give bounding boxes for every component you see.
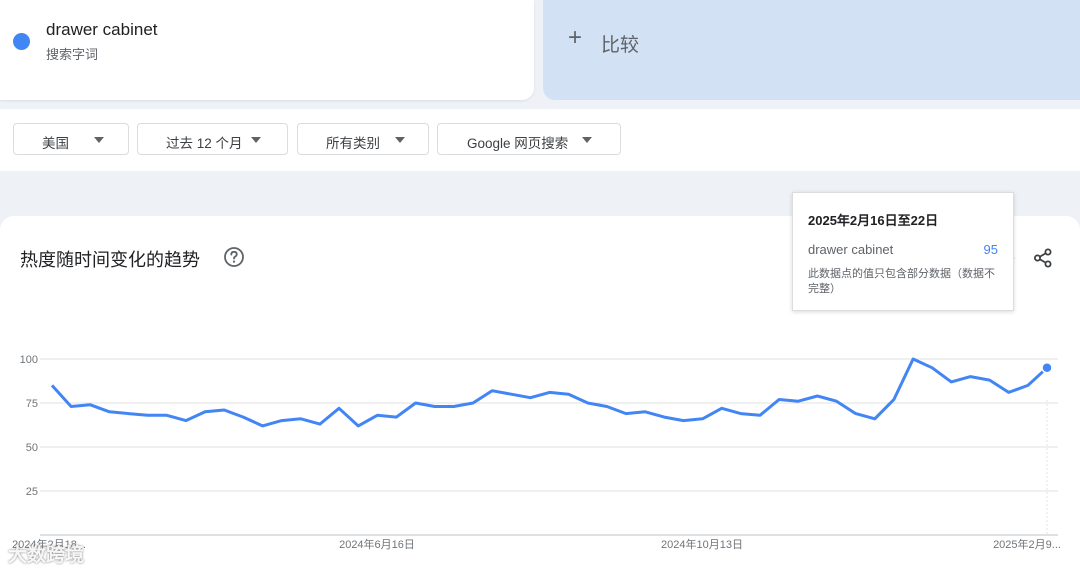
data-point[interactable] — [528, 396, 532, 400]
data-point[interactable] — [356, 424, 360, 428]
data-point[interactable] — [414, 401, 418, 405]
y-tick-label: 25 — [26, 486, 38, 498]
data-point[interactable] — [107, 410, 111, 414]
tooltip-term: drawer cabinet — [808, 242, 894, 257]
data-point[interactable] — [184, 419, 188, 423]
data-point[interactable] — [50, 383, 54, 387]
data-point[interactable] — [260, 424, 264, 428]
tooltip-value: 95 — [983, 242, 998, 257]
data-point[interactable] — [758, 413, 762, 417]
data-point[interactable] — [394, 415, 398, 419]
y-tick-label: 50 — [26, 442, 38, 454]
data-point[interactable] — [222, 408, 226, 412]
data-point[interactable] — [739, 412, 743, 416]
data-point[interactable] — [643, 410, 647, 414]
highlighted-data-point[interactable] — [1041, 362, 1053, 374]
data-point-tooltip: 2025年2月16日至22日 drawer cabinet 95 此数据点的值只… — [792, 192, 1014, 311]
x-tick-label: 2024年6月16日 — [339, 537, 415, 551]
data-point[interactable] — [433, 405, 437, 409]
data-point[interactable] — [69, 405, 73, 409]
data-point[interactable] — [624, 412, 628, 416]
data-point[interactable] — [509, 392, 513, 396]
data-point[interactable] — [854, 412, 858, 416]
data-point[interactable] — [662, 415, 666, 419]
data-point[interactable] — [605, 405, 609, 409]
data-point[interactable] — [88, 403, 92, 407]
data-point[interactable] — [490, 389, 494, 393]
data-point[interactable] — [337, 406, 341, 410]
tooltip-date: 2025年2月16日至22日 — [808, 213, 939, 228]
x-tick-label: 2024年10月13日 — [661, 537, 743, 551]
watermark: 大数跨境 — [8, 545, 85, 566]
data-point[interactable] — [873, 417, 877, 421]
data-point[interactable] — [280, 419, 284, 423]
data-point[interactable] — [1007, 390, 1011, 394]
data-point[interactable] — [203, 410, 207, 414]
data-point[interactable] — [796, 399, 800, 403]
data-point[interactable] — [892, 397, 896, 401]
data-point[interactable] — [988, 378, 992, 382]
data-point[interactable] — [127, 412, 131, 416]
data-point[interactable] — [548, 390, 552, 394]
data-point[interactable] — [241, 415, 245, 419]
data-point[interactable] — [911, 357, 915, 361]
data-point[interactable] — [146, 413, 150, 417]
data-point[interactable] — [835, 399, 839, 403]
data-point[interactable] — [318, 422, 322, 426]
data-point[interactable] — [815, 394, 819, 398]
data-point[interactable] — [681, 419, 685, 423]
data-point[interactable] — [949, 380, 953, 384]
data-point[interactable] — [777, 397, 781, 401]
data-point[interactable] — [930, 366, 934, 370]
data-point[interactable] — [1026, 383, 1030, 387]
data-point[interactable] — [471, 401, 475, 405]
data-point[interactable] — [720, 406, 724, 410]
data-point[interactable] — [165, 413, 169, 417]
data-point[interactable] — [299, 417, 303, 421]
data-point[interactable] — [567, 392, 571, 396]
data-point[interactable] — [586, 401, 590, 405]
tooltip-note: 此数据点的值只包含部分数据（数据不完整） — [808, 268, 995, 295]
data-point[interactable] — [375, 413, 379, 417]
x-tick-label: 2025年2月9... — [993, 537, 1061, 551]
y-tick-label: 75 — [26, 398, 38, 410]
data-point[interactable] — [452, 405, 456, 409]
data-point[interactable] — [701, 417, 705, 421]
data-point[interactable] — [968, 375, 972, 379]
y-tick-label: 100 — [20, 354, 38, 366]
